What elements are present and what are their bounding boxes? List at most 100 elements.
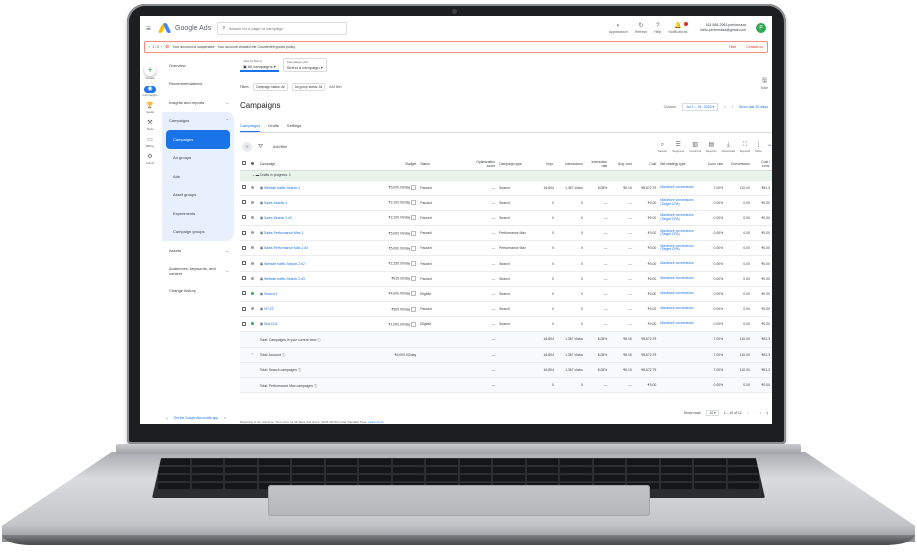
table-row[interactable]: ▣ Website traffic-Search-2 ₹5,000.00/day P… xyxy=(240,180,772,196)
col-cost[interactable]: Cost xyxy=(633,158,659,171)
nav-campaigns-header[interactable]: Campaigns ⌃ xyxy=(162,112,234,131)
bid-strategy-cell[interactable]: Maximize conversions (Target CPA) xyxy=(658,210,703,227)
info-icon[interactable]: ⓘ xyxy=(297,368,301,372)
budget-cell[interactable]: ₹2,150.00/day xyxy=(369,255,419,272)
table-row[interactable]: ▣ Sales-Search-1 ₹2,100.00/day Paused — Sear… xyxy=(240,195,772,211)
first-page-icon[interactable]: |‹ xyxy=(747,411,749,415)
budget-cell[interactable]: ₹2,100.00/day xyxy=(369,210,419,227)
table-row[interactable]: ▣ Website traffic-Search-2 #3 ₹815.00/day… xyxy=(240,271,772,287)
info-icon[interactable]: ⓘ xyxy=(313,384,317,388)
budget-cell[interactable]: ₹500.00/day xyxy=(369,301,419,318)
notifications-button[interactable]: 🔔 Notifications xyxy=(668,21,689,34)
filter-chip-ad-group-status[interactable]: Ad group status: All xyxy=(291,83,326,91)
google-ads-logo[interactable]: Google Ads xyxy=(157,23,211,33)
bid-strategy-cell[interactable]: Maximize conversions xyxy=(658,316,703,333)
toolbar-download-button[interactable]: ⤓ Download xyxy=(722,142,735,153)
row-select-cell[interactable] xyxy=(240,271,249,287)
edit-budget-icon[interactable] xyxy=(411,200,417,206)
appearance-button[interactable]: ◐ Appearance xyxy=(609,23,628,34)
edit-budget-icon[interactable] xyxy=(411,245,417,251)
row-select-cell[interactable] xyxy=(240,316,249,333)
campaign-name-link[interactable]: Website traffic-Search-2 #3 xyxy=(264,277,305,281)
row-select-cell[interactable] xyxy=(240,210,249,227)
nav-insights[interactable]: Insights and reports ⌄ xyxy=(162,93,234,112)
rows-per-page-select[interactable]: 10 ▾ xyxy=(706,410,719,416)
row-checkbox[interactable] xyxy=(242,245,246,250)
search-box[interactable]: ⌕ xyxy=(217,21,348,35)
rail-billing[interactable]: ▭ Billing xyxy=(146,137,154,148)
nav-overview[interactable]: Overview xyxy=(162,56,234,75)
close-icon[interactable]: × xyxy=(224,416,226,420)
bid-strategy-cell[interactable]: Maximize conversions (Target CPA) xyxy=(658,225,703,242)
row-checkbox[interactable] xyxy=(242,200,246,205)
nav-recommendations[interactable]: Recommendations xyxy=(162,75,234,94)
nav-ads[interactable]: Ads xyxy=(162,167,234,186)
row-select-cell[interactable] xyxy=(240,286,249,303)
table-row[interactable]: ▣ Search-1 ₹4,000.00/day Eligible — Search 0 0… xyxy=(240,286,772,303)
row-select-cell[interactable] xyxy=(240,180,249,196)
budget-cell[interactable]: ₹5,000.00/day xyxy=(369,180,419,196)
toolbar-reports-button[interactable]: ▤ Reports xyxy=(706,142,717,153)
row-checkbox[interactable] xyxy=(242,261,246,266)
campaign-selector[interactable]: Campaigns (12) Select a campaign ▾ xyxy=(282,58,327,72)
prev-period-icon[interactable]: ‹ xyxy=(724,105,725,109)
nav-ad-groups[interactable]: Ad groups xyxy=(162,149,234,168)
chevron-up-icon[interactable]: ⌃ xyxy=(248,347,258,363)
toolbar-segment-button[interactable]: ☰ Segment xyxy=(672,142,684,153)
show-last-30-days-link[interactable]: Show last 30 days xyxy=(739,105,768,109)
rail-admin[interactable]: ⚙ Admin xyxy=(146,154,155,165)
campaign-name-link[interactable]: Sales-Search-1 #2 xyxy=(264,216,292,220)
campaign-name-link[interactable]: Sales-Search-1 xyxy=(264,201,287,205)
menu-icon[interactable]: ≡ xyxy=(146,24,156,33)
nav-experiments[interactable]: Experiments xyxy=(162,204,234,223)
row-checkbox[interactable] xyxy=(242,230,246,235)
add-campaign-button[interactable]: + xyxy=(242,142,252,152)
col-campaign-type[interactable]: Campaign type xyxy=(497,158,532,171)
save-button[interactable]: 🖫 Save xyxy=(761,76,768,90)
col-interaction-rate[interactable]: Interaction rate xyxy=(584,158,610,171)
row-checkbox[interactable] xyxy=(242,321,246,326)
col-interactions[interactable]: Interactions xyxy=(555,158,585,171)
forward-arrow-icon[interactable]: › xyxy=(161,45,162,49)
col-conv-rate[interactable]: Conv. rate xyxy=(702,158,726,171)
edit-budget-icon[interactable] xyxy=(411,306,417,312)
row-select-cell[interactable] xyxy=(240,195,249,211)
col-campaign[interactable]: Campaign xyxy=(257,158,370,171)
mobile-app-promo[interactable]: ▯ Get the Google Ads mobile app × xyxy=(166,416,226,420)
next-page-icon[interactable]: › xyxy=(760,411,761,415)
row-select-cell[interactable] xyxy=(240,225,249,242)
edit-budget-icon[interactable] xyxy=(411,215,417,221)
nav-change-history[interactable]: Change history xyxy=(162,282,234,301)
table-row[interactable]: ▣ Website traffic-Search-2 #2 ₹2,150.00/d… xyxy=(240,255,772,272)
budget-cell[interactable]: ₹1,000.00/day xyxy=(369,316,419,333)
table-row[interactable]: ▣ Sea-Di-8 ₹1,000.00/day Eligible — Search 0 0… xyxy=(240,316,772,333)
last-page-icon[interactable]: ›| xyxy=(766,411,768,415)
campaign-name-link[interactable]: Sales-Performance Max-1 #2 xyxy=(264,246,308,250)
row-select-cell[interactable] xyxy=(240,301,249,318)
campaign-name-link[interactable]: Search-1 xyxy=(264,292,278,296)
budget-cell[interactable]: ₹5,000.00/day xyxy=(369,225,419,242)
prev-page-icon[interactable]: ‹ xyxy=(754,411,755,415)
campaign-name-link[interactable]: Website traffic-Search-2 xyxy=(264,186,300,190)
bid-strategy-cell[interactable]: Maximize conversions xyxy=(658,255,703,272)
view-selector[interactable]: View (2 filters) ▣ All campaigns ▾ xyxy=(240,58,279,72)
table-row[interactable]: ▣ VP-Z2 ₹500.00/day Paused — Search 0 0— — ₹0.00… xyxy=(240,301,772,318)
row-checkbox[interactable] xyxy=(242,291,246,296)
toolbar-columns-button[interactable]: ▥ Columns xyxy=(689,142,701,153)
info-icon[interactable]: ⓘ xyxy=(281,353,285,357)
col-budget[interactable]: Budget xyxy=(369,158,419,171)
table-row[interactable]: ▣ Sales-Search-1 #2 ₹2,100.00/day Paused — S… xyxy=(240,210,772,227)
budget-cell[interactable]: ₹2,100.00/day xyxy=(369,195,419,211)
campaign-name-link[interactable]: Sales-Performance Max-1 xyxy=(264,231,303,235)
toolbar-expand-button[interactable]: ⛶ Expand xyxy=(740,142,750,153)
bid-strategy-cell[interactable]: Maximize conversions (Target CPA) xyxy=(658,240,703,257)
edit-budget-icon[interactable] xyxy=(411,185,417,191)
refresh-button[interactable]: ↻ Refresh xyxy=(635,23,647,34)
row-select-cell[interactable] xyxy=(240,240,249,257)
col-cost-per-conv[interactable]: Cost / conv. xyxy=(751,158,772,171)
bid-strategy-cell[interactable]: Maximize conversions xyxy=(658,301,703,318)
filter-chip-campaign-status[interactable]: Campaign status: All xyxy=(252,83,288,91)
rail-tools[interactable]: ⚒ Tools xyxy=(146,120,153,131)
nav-campaign-groups[interactable]: Campaign groups xyxy=(162,223,234,242)
select-all-header[interactable] xyxy=(240,158,249,171)
